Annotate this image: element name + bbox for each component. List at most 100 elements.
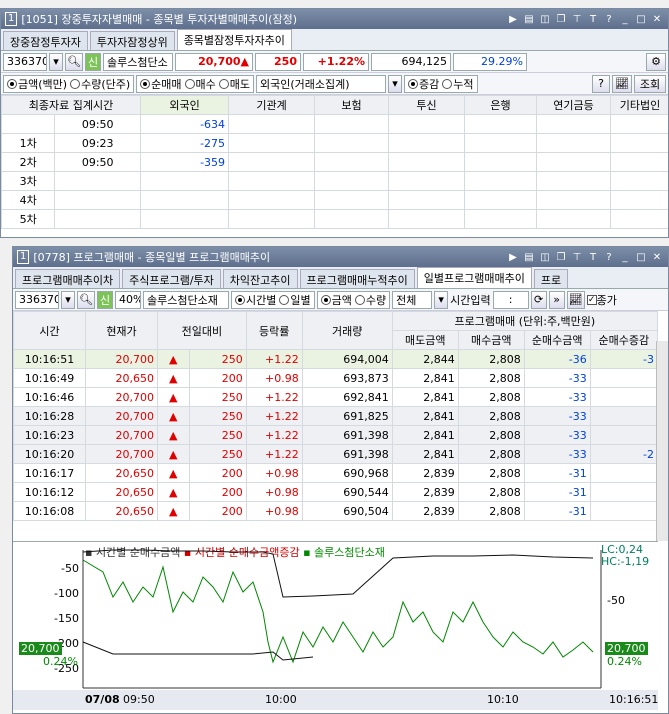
search-icon[interactable]: 🔍︎ [65, 52, 83, 71]
maximize-icon[interactable]: □ [634, 250, 648, 264]
memo-icon[interactable]: ▤ [522, 12, 536, 26]
minimize-icon[interactable]: _ [618, 250, 632, 264]
tab-cumulative[interactable]: 프로그램매매누적추이 [299, 269, 415, 288]
volume-cell: 693,873 [301, 368, 393, 388]
volume: 694,125 [371, 52, 451, 71]
sell-cell: 2,841 [391, 406, 459, 426]
foreign-value: -359 [140, 152, 230, 172]
amount-radio[interactable]: 금액 [320, 292, 352, 308]
investor-select[interactable]: 외국인(거래소집계) [256, 74, 387, 93]
copy-icon[interactable]: ❐ [554, 250, 568, 264]
net-radio[interactable]: 순매매 [140, 76, 182, 92]
net-change-cell [589, 387, 659, 407]
row-time: 09:50 [54, 152, 142, 172]
net-change-cell [589, 463, 659, 483]
close-icon[interactable]: ✕ [650, 12, 664, 26]
buy-cell: 2,808 [457, 425, 525, 445]
right-pct-tag: 0.24% [607, 655, 642, 668]
unit-group: 금액 수량 [316, 290, 391, 309]
play-icon[interactable]: ▶ [506, 12, 520, 26]
daily-radio[interactable]: 일별 [279, 292, 311, 308]
split-icon[interactable]: ◫ [538, 12, 552, 26]
tab-stock-program[interactable]: 주식프로그램/투자 [122, 269, 221, 288]
help-icon[interactable]: ? [602, 12, 616, 26]
query-button[interactable]: 조회 [634, 74, 666, 93]
tab-intraday[interactable]: 장중잠정투자자 [3, 31, 88, 50]
help-icon[interactable]: ? [602, 250, 616, 264]
tab-by-stock[interactable]: 종목별잠정투자자추이 [176, 29, 292, 50]
empty-cell [314, 114, 390, 134]
help-button[interactable]: ? [592, 74, 610, 93]
sell-cell: 2,839 [391, 463, 459, 483]
font-icon[interactable]: T [586, 250, 600, 264]
stock-code-input[interactable]: 336370 [3, 52, 47, 71]
sell-radio[interactable]: 매도 [218, 76, 250, 92]
dropdown-icon[interactable]: ▾ [49, 52, 63, 71]
hourly-radio[interactable]: 시간별 [235, 292, 276, 308]
col-sell: 매도금액 [391, 330, 459, 350]
memo-icon[interactable]: ▤ [522, 250, 536, 264]
empty-cell [610, 209, 668, 229]
tab-trend[interactable]: 프로그램매매추이차 [15, 269, 121, 288]
row-time: 09:50 [54, 114, 142, 134]
time-cell: 10:16:20 [13, 444, 86, 464]
program-group-header: 프로그램매매 (단위:주,백만원) [391, 311, 659, 331]
time-cell: 10:16:46 [13, 387, 86, 407]
window-number: 1 [5, 12, 18, 26]
price-cell: 20,650 [85, 501, 158, 521]
maximize-icon[interactable]: □ [634, 12, 648, 26]
titlebar[interactable]: 1 [0778] 프로그램매매 - 종목일별 프로그램매매추이 ▶ ▤ ◫ ❐ … [13, 247, 668, 267]
settings-icon[interactable]: ⚙ [646, 52, 666, 71]
rate-cell: +0.98 [245, 368, 303, 388]
tab-daily[interactable]: 일별프로그램매매추이 [416, 267, 532, 288]
filter-dropdown-icon[interactable]: ▾ [434, 290, 449, 309]
chart-icon[interactable]: 📈︎ [566, 290, 585, 309]
table-row: 3차 [1, 171, 668, 191]
titlebar[interactable]: 1 [1051] 장중투자자별매매 - 종목별 투자자별매매추이(잠정) ▶ ▤… [1, 9, 668, 29]
close-price-checkbox[interactable]: ✓ 종가 [586, 292, 617, 308]
play-icon[interactable]: ▶ [506, 250, 520, 264]
dropdown-icon[interactable]: ▾ [61, 290, 75, 309]
next-icon[interactable]: » [548, 290, 565, 309]
x-tick: 10:00 [265, 693, 297, 706]
empty-cell [314, 190, 390, 210]
time-cell: 10:16:23 [13, 425, 86, 445]
change-radio[interactable]: 증감 [408, 76, 439, 92]
stock-code-input[interactable]: 336370 [15, 290, 59, 309]
tab-arbitrage[interactable]: 차익잔고추이 [222, 269, 298, 288]
chart-icon[interactable]: 📈︎ [612, 74, 632, 93]
time-input[interactable]: : [492, 290, 529, 309]
price-cell: 20,650 [85, 368, 158, 388]
col-pension: 연기금등 [536, 95, 612, 115]
row-label [1, 114, 56, 134]
volume-cell: 694,004 [301, 349, 393, 369]
tab-bar: 프로그램매매추이차 주식프로그램/투자 차익잔고추이 프로그램매매누적추이 일별… [13, 267, 668, 289]
rate-cell: +0.98 [245, 501, 303, 521]
amount-radio[interactable]: 금액(백만) [7, 76, 67, 92]
split-icon[interactable]: ◫ [538, 250, 552, 264]
tab-bar: 장중잠정투자자 투자자잠정상위 종목별잠정투자자추이 [1, 29, 668, 51]
qty-radio[interactable]: 수량(단주) [70, 76, 130, 92]
arrow-cell: ▲ [157, 368, 190, 388]
table-row: 10:16:49 20,650 ▲ 200 +0.98 693,873 2,841 2,808… [13, 368, 659, 388]
net-change-cell [589, 406, 659, 426]
pin-icon[interactable]: ⊤ [570, 12, 584, 26]
cumul-radio[interactable]: 누적 [442, 76, 474, 92]
filter-select[interactable]: 전체 [392, 290, 433, 309]
change-cell: 250 [188, 406, 247, 426]
tab-top[interactable]: 투자자잠정상위 [89, 31, 175, 50]
buy-radio[interactable]: 매수 [184, 76, 216, 92]
qty-radio[interactable]: 수량 [354, 292, 386, 308]
pin-icon[interactable]: ⊤ [570, 250, 584, 264]
copy-icon[interactable]: ❐ [554, 12, 568, 26]
table-scrollbar[interactable] [656, 341, 668, 541]
close-icon[interactable]: ✕ [650, 250, 664, 264]
buy-cell: 2,808 [457, 444, 525, 464]
search-icon[interactable]: 🔍︎ [77, 290, 95, 309]
font-icon[interactable]: T [586, 12, 600, 26]
investor-dropdown-icon[interactable]: ▾ [388, 74, 403, 93]
minimize-icon[interactable]: _ [618, 12, 632, 26]
tab-more[interactable]: 프로 [533, 269, 569, 288]
empty-cell [536, 133, 612, 153]
refresh-icon[interactable]: ⟳ [530, 290, 547, 309]
